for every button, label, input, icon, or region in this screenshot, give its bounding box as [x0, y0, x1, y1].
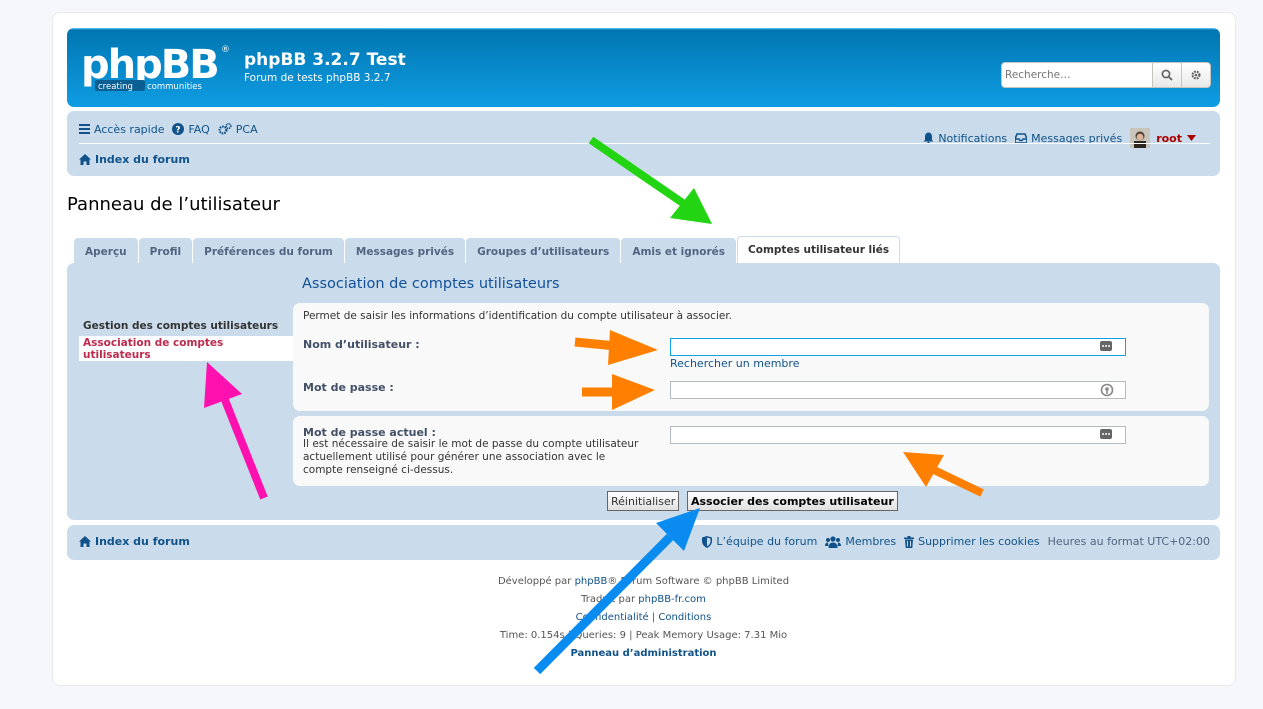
ucp-link[interactable]: PCA [218, 123, 258, 136]
shield-icon [702, 535, 713, 548]
caret-down-icon [1187, 135, 1196, 141]
home-icon [79, 153, 91, 165]
question-circle-icon: ? [172, 123, 185, 136]
privacy-link[interactable]: Confidentialité [576, 612, 649, 623]
advanced-search-button[interactable] [1181, 62, 1211, 88]
avatar [1130, 128, 1151, 148]
phpbb-logo[interactable]: phpBB ® creating communities [81, 40, 231, 94]
users-icon [825, 535, 842, 548]
translation-text: Traduit par [581, 594, 639, 605]
phpbb-fr-link[interactable]: phpBB-fr.com [638, 594, 706, 605]
faq-label: FAQ [188, 122, 210, 136]
sidebar-heading[interactable]: Gestion des comptes utilisateurs [79, 315, 294, 337]
current-password-desc-line: Il est nécessaire de saisir le mot de pa… [303, 438, 639, 450]
form-heading: Association de comptes utilisateurs [302, 276, 560, 292]
page-title: Panneau de l’utilisateur [67, 194, 280, 215]
search-box [1001, 62, 1211, 88]
tab-friends-foes[interactable]: Amis et ignorés [621, 238, 737, 264]
tab-linked-accounts[interactable]: Comptes utilisateur liés [737, 236, 901, 264]
sidebar-menu: Gestion des comptes utilisateurs Associa… [79, 315, 294, 361]
footer-index-label: Index du forum [95, 535, 190, 548]
top-navbar: Accès rapide ? FAQ PCA Notifications Mes… [67, 111, 1220, 176]
svg-text:®: ® [221, 45, 230, 55]
ucp-tabs: Aperçu Profil Préférences du forum Messa… [74, 236, 901, 264]
members-link[interactable]: Membres [825, 535, 896, 548]
copyright-text: Développé par [497, 576, 575, 587]
password-manager-icon[interactable] [1100, 429, 1112, 442]
team-label: L’équipe du forum [716, 535, 818, 548]
password-label: Mot de passe : [303, 381, 394, 394]
quick-links-menu[interactable]: Accès rapide [79, 123, 164, 136]
copyright-text: ® Forum Software © phpBB Limited [607, 576, 790, 587]
footer-index-link[interactable]: Index du forum [79, 535, 190, 548]
user-menu[interactable]: root [1130, 128, 1200, 148]
home-icon [79, 536, 91, 547]
hamburger-icon [79, 124, 90, 134]
link-account-fieldset: Permet de saisir les informations d’iden… [293, 303, 1209, 411]
password-manager-icon[interactable] [1100, 341, 1112, 354]
current-password-description: Il est nécessaire de saisir le mot de pa… [303, 438, 638, 477]
search-icon [1161, 69, 1173, 81]
quick-links-label: Accès rapide [94, 122, 165, 136]
phpbb-link[interactable]: phpBB [575, 576, 608, 587]
password-reveal-icon[interactable] [1100, 383, 1114, 400]
copyright-line: Développé par phpBB® Forum Software © ph… [67, 573, 1220, 591]
current-password-field[interactable] [670, 426, 1126, 444]
timezone-label: Heures au format UTC+02:00 [1047, 535, 1210, 548]
bottom-navbar: Index du forum L’équipe du forum Membres… [67, 525, 1220, 560]
members-label: Membres [845, 535, 897, 548]
current-password-fieldset: Mot de passe actuel : Il est nécessaire … [293, 416, 1209, 486]
control-panel: Gestion des comptes utilisateurs Associa… [67, 263, 1220, 520]
acp-link[interactable]: Panneau d’administration [570, 648, 716, 659]
ucp-label: PCA [235, 122, 258, 136]
tab-board-preferences[interactable]: Préférences du forum [193, 238, 344, 264]
current-password-desc-line: actuellement utilisé pour générer une as… [303, 451, 606, 463]
search-input[interactable] [1002, 63, 1152, 87]
search-button[interactable] [1152, 62, 1182, 88]
navbar-divider [79, 143, 1210, 144]
link-accounts-submit-button[interactable]: Associer des comptes utilisateur [687, 491, 898, 511]
tab-profile[interactable]: Profil [138, 238, 193, 264]
faq-link[interactable]: ? FAQ [172, 122, 210, 136]
breadcrumb-index-link[interactable]: Index du forum [79, 153, 190, 166]
tab-private-messages[interactable]: Messages privés [344, 238, 466, 264]
svg-text:communities: communities [147, 82, 202, 92]
terms-link[interactable]: Conditions [658, 612, 711, 623]
site-header: phpBB ® creating communities phpBB 3.2.7… [67, 28, 1220, 107]
password-field[interactable] [670, 381, 1126, 399]
sidebar-item-link-accounts[interactable]: Association de comptes utilisateurs [79, 337, 294, 361]
team-link[interactable]: L’équipe du forum [702, 535, 817, 548]
translation-line: Traduit par phpBB-fr.com [67, 591, 1220, 609]
delete-cookies-label: Supprimer les cookies [918, 535, 1040, 548]
tab-overview[interactable]: Aperçu [74, 238, 138, 264]
cogs-icon [218, 123, 232, 135]
svg-text:creating: creating [98, 82, 133, 92]
inbox-icon [1015, 132, 1028, 144]
site-description: Forum de tests phpBB 3.2.7 [244, 72, 391, 84]
svg-text:?: ? [176, 126, 181, 136]
current-password-desc-line: compte renseigné ci-dessus. [303, 464, 454, 476]
site-title: phpBB 3.2.7 Test [244, 50, 406, 70]
username-label: Nom d’utilisateur : [303, 338, 420, 351]
reset-button[interactable]: Réinitialiser [607, 491, 680, 511]
find-member-link[interactable]: Rechercher un membre [670, 357, 799, 370]
trash-icon [904, 535, 915, 548]
delete-cookies-link[interactable]: Supprimer les cookies [904, 535, 1040, 548]
username-field[interactable] [670, 338, 1126, 356]
policy-separator: | [648, 612, 659, 623]
debug-info: Time: 0.154s | Queries: 9 | Peak Memory … [499, 630, 788, 641]
form-intro: Permet de saisir les informations d’iden… [303, 310, 733, 322]
breadcrumb-index-label: Index du forum [95, 152, 190, 166]
copyright-block: Développé par phpBB® Forum Software © ph… [67, 573, 1220, 663]
gear-icon [1191, 70, 1201, 80]
policy-line: Confidentialité | Conditions [67, 609, 1220, 627]
tab-usergroups[interactable]: Groupes d’utilisateurs [466, 238, 621, 264]
